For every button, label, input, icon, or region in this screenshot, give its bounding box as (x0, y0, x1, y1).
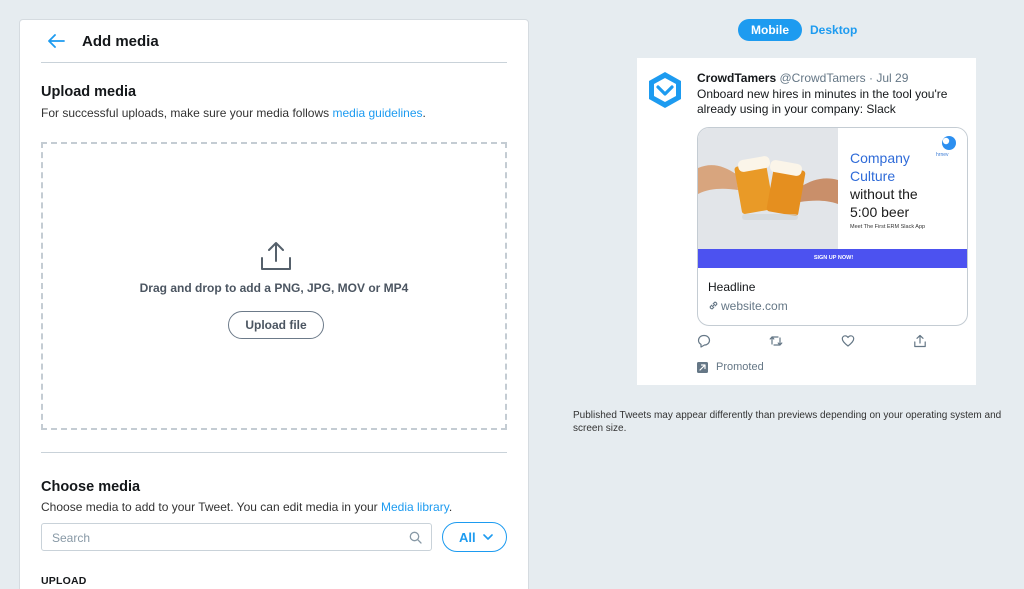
divider (41, 62, 507, 63)
upload-section-label: UPLOAD (41, 575, 87, 587)
search-icon (409, 531, 422, 544)
panel-header: Add media (20, 20, 528, 64)
media-library-link[interactable]: Media library (381, 500, 449, 514)
tab-desktop[interactable]: Desktop (810, 19, 857, 41)
reply-icon[interactable] (697, 334, 711, 348)
card-url-text: website.com (721, 299, 788, 313)
link-icon (709, 301, 718, 310)
beer-photo (698, 128, 838, 249)
promoted-icon (697, 362, 708, 373)
upload-icon (261, 242, 291, 270)
card-img-line4: 5:00 beer (850, 204, 910, 220)
upload-desc-text: For successful uploads, make sure your m… (41, 106, 333, 120)
card-img-line1: Company (850, 150, 910, 166)
choose-desc-suffix: . (448, 500, 453, 514)
like-icon[interactable] (841, 334, 855, 348)
card-img-line2: Culture (850, 168, 896, 184)
share-icon[interactable] (913, 334, 927, 348)
tab-mobile[interactable]: Mobile (738, 19, 802, 41)
tweet-author: CrowdTamers @CrowdTamers · Jul 29 (697, 71, 908, 85)
card-headline: Headline (708, 280, 756, 294)
disclaimer-line-1: Published Tweets may appear differently … (573, 410, 1002, 421)
media-guidelines-link[interactable]: media guidelines (332, 106, 422, 120)
upload-file-button[interactable]: Upload file (228, 311, 324, 339)
card-img-line3: without the (850, 186, 918, 202)
retweet-icon[interactable] (769, 334, 783, 348)
tweet-date: Jul 29 (876, 71, 909, 85)
filter-dropdown[interactable]: All (442, 522, 507, 552)
page-title: Add media (82, 33, 159, 50)
brand-logo-text: hrnev (936, 152, 949, 158)
disclaimer-line-2: screen size. (573, 423, 627, 434)
card-image: Company Culture without the 5:00 beer Me… (698, 128, 967, 268)
filter-label: All (459, 530, 476, 545)
promoted-label: Promoted (716, 361, 764, 373)
card-image-headline: Company Culture without the 5:00 beer (850, 149, 918, 221)
choose-media-desc: Choose media to add to your Tweet. You c… (41, 500, 452, 514)
tweet-preview: CrowdTamers @CrowdTamers · Jul 29 Onboar… (637, 58, 976, 385)
upload-media-desc: For successful uploads, make sure your m… (41, 106, 426, 120)
beer-illustration (698, 128, 838, 249)
tweet-handle: @CrowdTamers (779, 71, 866, 85)
choose-desc-text: Choose media to add to your Tweet. You c… (41, 500, 381, 514)
tweet-author-name: CrowdTamers (697, 71, 777, 85)
tweet-text: Onboard new hires in minutes in the tool… (697, 87, 948, 116)
back-arrow-icon[interactable] (47, 34, 65, 48)
search-box[interactable] (41, 523, 432, 551)
add-media-panel: Add media Upload media For successful up… (19, 19, 529, 589)
tweet-card[interactable]: Company Culture without the 5:00 beer Me… (697, 127, 968, 326)
tweet-dot: · (865, 71, 877, 85)
search-input[interactable] (52, 529, 392, 547)
upload-media-title: Upload media (41, 84, 137, 100)
dropzone-text: Drag and drop to add a PNG, JPG, MOV or … (139, 281, 409, 295)
upload-dropzone[interactable]: Drag and drop to add a PNG, JPG, MOV or … (41, 142, 507, 430)
divider (41, 452, 507, 453)
upload-desc-suffix: . (422, 106, 426, 120)
card-image-cta: SIGN UP NOW! (698, 249, 967, 268)
chevron-down-icon (483, 534, 493, 540)
card-image-subtitle: Meet The First ERM Slack App (850, 224, 926, 230)
preview-disclaimer: Published Tweets may appear differently … (573, 409, 1024, 435)
avatar (649, 72, 681, 108)
choose-media-title: Choose media (41, 479, 141, 495)
card-url: website.com (708, 299, 788, 313)
